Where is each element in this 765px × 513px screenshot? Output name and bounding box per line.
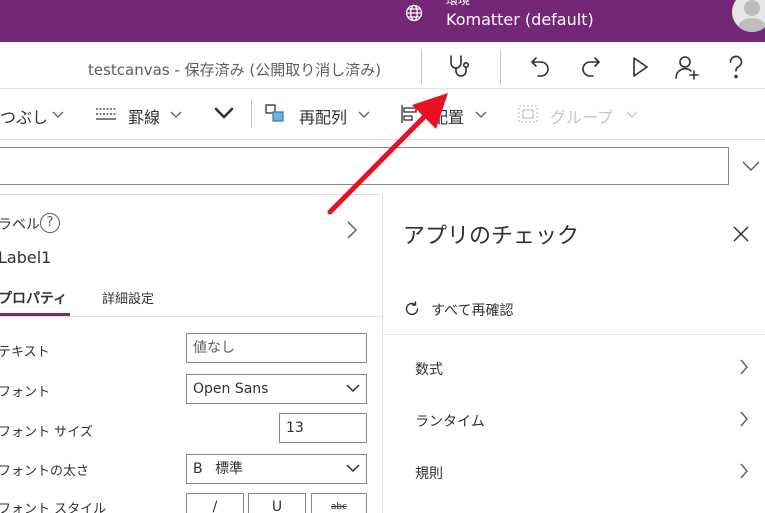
control-name[interactable]: Label1 — [0, 248, 51, 267]
refresh-icon[interactable] — [404, 301, 420, 317]
ribbon-border-label: 罫線 — [128, 108, 161, 127]
chevron-down-icon — [170, 111, 182, 119]
ribbon-border-button[interactable]: 罫線 — [128, 104, 160, 128]
tab-properties[interactable]: プロパティ — [0, 288, 67, 308]
ribbon-group-label: グループ — [550, 108, 614, 127]
annotation-arrow — [320, 85, 460, 225]
text-input[interactable]: 値なし — [186, 333, 367, 363]
app-checker-stethoscope-icon[interactable] — [446, 53, 474, 81]
prop-font-weight-label: フォントの太さ — [0, 464, 90, 479]
close-icon[interactable] — [733, 226, 749, 242]
font-weight-select[interactable]: B 標準 — [186, 454, 367, 484]
font-weight-prefix: B — [193, 461, 203, 477]
prop-font-style-label: フォント スタイル — [0, 502, 107, 513]
ribbon-separator — [251, 100, 252, 128]
checker-item-rules[interactable]: 規則 — [383, 454, 765, 490]
checker-item-runtime[interactable]: ランタイム — [383, 402, 765, 438]
checker-item-label: 数式 — [415, 362, 443, 378]
underline-toggle[interactable]: U — [248, 493, 306, 513]
right-pane-separator — [383, 334, 765, 335]
font-size-input[interactable]: 13 — [279, 413, 367, 443]
tab-border — [0, 316, 383, 317]
chevron-right-icon — [739, 359, 749, 375]
help-circle-icon[interactable]: ? — [40, 213, 60, 233]
environment-name[interactable]: Komatter (default) — [446, 10, 594, 30]
border-icon — [95, 106, 117, 122]
chevron-down-icon — [346, 464, 360, 473]
checker-item-label: 規則 — [415, 466, 443, 482]
recheck-all-button[interactable]: すべて再確認 — [431, 300, 513, 320]
prop-font-size-label: フォント サイズ — [0, 425, 93, 440]
font-weight-value: 標準 — [215, 461, 244, 477]
chevron-down-icon — [626, 111, 638, 119]
formula-expand-chevron-icon[interactable] — [742, 160, 760, 172]
italic-toggle[interactable]: / — [186, 493, 244, 513]
prop-font-label: フォント — [0, 385, 51, 400]
play-preview-icon[interactable] — [626, 53, 654, 81]
undo-icon[interactable] — [527, 53, 555, 81]
chevron-right-icon — [739, 411, 749, 427]
strikethrough-toggle[interactable]: abc — [311, 493, 367, 513]
control-type-label: ラベル — [0, 217, 40, 233]
top-bar — [0, 0, 765, 42]
chevron-down-icon — [475, 111, 487, 119]
help-question-icon[interactable] — [722, 53, 750, 81]
environment-label: 環境 — [446, 0, 471, 7]
app-title: testcanvas - 保存済み (公開取り消し済み) — [88, 61, 382, 79]
toolbar-separator — [421, 50, 422, 84]
ribbon-more-chevron-icon[interactable] — [213, 106, 235, 120]
globe-icon — [405, 4, 423, 22]
tab-advanced[interactable]: 詳細設定 — [102, 288, 154, 307]
checker-item-formulas[interactable]: 数式 — [383, 350, 765, 386]
font-select[interactable]: Open Sans — [186, 374, 367, 404]
reorder-icon — [265, 104, 287, 124]
ribbon-group-button: グループ — [550, 104, 613, 128]
ribbon-fill-label: つぶし — [0, 108, 49, 127]
toolbar-separator — [500, 50, 501, 84]
ribbon-fill-button[interactable]: つぶし — [0, 104, 48, 128]
prop-text-label: テキスト — [0, 345, 50, 360]
chevron-down-icon — [346, 384, 360, 393]
font-select-value: Open Sans — [193, 381, 269, 397]
chevron-down-icon — [52, 111, 64, 119]
chevron-right-icon — [739, 463, 749, 479]
group-icon — [517, 104, 539, 124]
redo-icon[interactable] — [576, 53, 604, 81]
share-user-add-icon[interactable] — [673, 53, 701, 81]
checker-item-label: ランタイム — [415, 414, 485, 430]
